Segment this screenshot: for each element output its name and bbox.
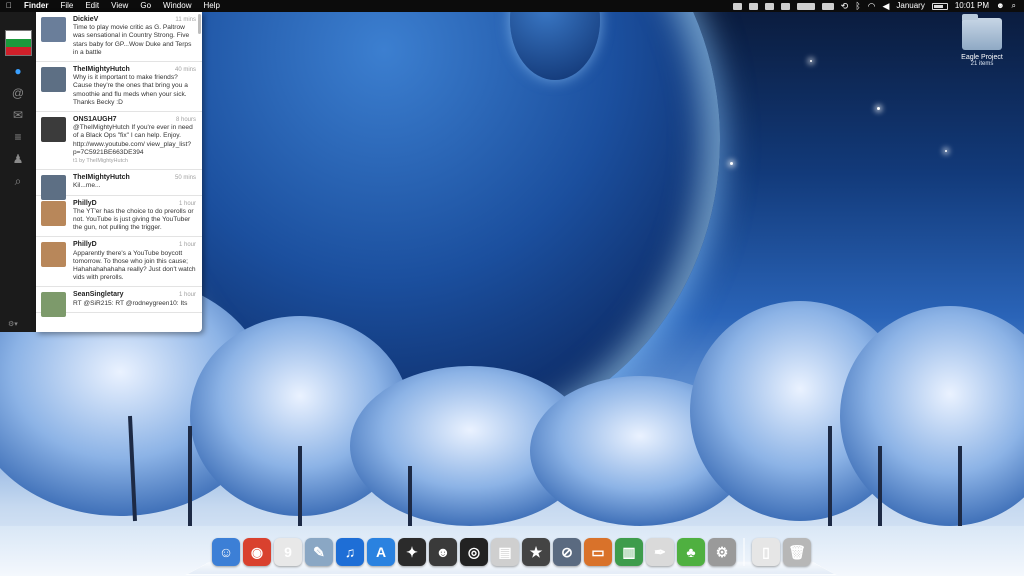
bluetooth-icon[interactable]: ᛒ [855,0,860,12]
tweet-author[interactable]: PhillyD [73,241,196,249]
tweet-time: 1 hour [178,242,196,249]
folder-icon[interactable] [962,14,1002,50]
tweet-text: Time to play movie critic as G. Paltrow … [73,24,192,56]
keynote-icon[interactable]: ▭ [584,538,612,566]
status-icon[interactable] [821,2,834,10]
tweet-time: 11 mins [175,17,196,23]
tweet[interactable]: PhillyD 1 hour Apparently there's a YouTub… [36,237,202,288]
mail-status-icon[interactable] [732,2,742,10]
tweet-text: @TheIMightyHutch If you're ever in need … [73,124,193,156]
preview-icon[interactable]: ✎ [305,538,333,566]
tweet-via: t1 by TheIMightyHutch [73,158,128,165]
tweet-time: 8 hours [175,117,196,124]
system-prefs-icon[interactable]: ⚙ [708,538,736,566]
tweet[interactable]: DickieV 11 mins Time to play movie critic … [36,12,202,63]
settings-gear-icon[interactable]: ⚙▾ [8,320,18,328]
ninja-icon[interactable]: ☻ [429,538,457,566]
status-icon[interactable] [796,2,815,10]
volume-icon[interactable]: ◀ [882,0,889,12]
clapper-icon[interactable]: ▤ [491,538,519,566]
tweet[interactable]: ONS1AUGH7 8 hours @TheIMightyHutch If you'… [36,112,202,171]
tweet-text: Apparently there's a YouTube boycott tom… [73,249,196,282]
status-icon[interactable] [780,2,790,10]
mentions-nav-icon[interactable]: @ [11,86,25,100]
battery-icon[interactable] [931,2,948,10]
numbers-icon[interactable]: ▥ [615,538,643,566]
apple-menu-icon[interactable]:  [0,0,18,12]
wallpaper-star [877,107,880,110]
search-nav-icon[interactable]: ⌕ [11,174,25,188]
profile-avatar[interactable] [5,30,32,56]
documents-icon[interactable]: ▯ [752,538,780,566]
trash-icon[interactable]: 🗑 [783,538,811,566]
tweet[interactable]: SeanSingletary 1 hour RT @SiR215: RT @rodn… [36,287,202,318]
status-icon[interactable] [764,2,774,10]
folder-name: Eagle Project [961,54,1003,61]
profile-nav-icon[interactable]: ♟ [11,152,25,166]
imovie-icon[interactable]: ★ [522,538,550,566]
tweet-text: Kil...me... [73,182,101,190]
dock-separator [743,538,745,566]
clock-time[interactable]: 10:01 PM [955,0,989,12]
wifi-icon[interactable]: ◠ [868,0,876,12]
tweet-time: 1 hour [178,200,196,207]
tweet-time: 50 mins [174,175,196,182]
ical-icon[interactable]: 9 [274,538,302,566]
menu-view[interactable]: View [105,0,134,12]
adium-icon[interactable]: ♣ [677,538,705,566]
twitter-sidebar: ● @ ✉ ≡ ♟ ⌕ ⚙▾ [0,12,37,332]
tweet-avatar[interactable] [41,17,66,42]
tweet-time: 1 hour [178,292,196,299]
tweet-avatar[interactable] [41,292,66,318]
twitter-icon[interactable]: ✦ [398,538,426,566]
itunes-icon[interactable]: ♫ [336,538,364,566]
messages-nav-icon[interactable]: ✉ [11,108,25,122]
menu-window[interactable]: Window [157,0,197,12]
menu-bar:  Finder File Edit View Go Window Help ⟲… [0,0,1024,12]
wallpaper-star [730,162,733,165]
finder-icon[interactable]: ☺ [212,538,240,566]
spotlight-icon[interactable]: ⌕ [1012,0,1016,12]
wallpaper-star [945,150,947,152]
tweet-text: Why is it important to make friends? Cau… [73,74,188,106]
tweet[interactable]: PhillyD 1 hour The YT'er has the choice to… [36,196,202,238]
lists-nav-icon[interactable]: ≡ [11,130,25,144]
tweet[interactable]: TheIMightyHutch 40 mins Why is it importan… [36,62,202,113]
folder-item-count: 21 items [970,61,994,67]
status-icon[interactable] [748,2,758,10]
menu-finder[interactable]: Finder [18,0,54,12]
tweet-avatar[interactable] [41,67,66,93]
timeline-nav-icon[interactable]: ● [11,64,25,78]
tweet-text: The YT'er has the choice to do prerolls … [73,207,194,232]
user-icon[interactable]: ☻ [996,0,1004,12]
time-machine-icon[interactable]: ⟲ [841,0,849,12]
menu-help[interactable]: Help [197,0,225,12]
menu-go[interactable]: Go [134,0,157,12]
tweet-text: RT @SiR215: RT @rodneygreen10: Its [73,299,188,307]
wallpaper-star [810,60,812,62]
app-store-icon[interactable]: A [367,538,395,566]
tweet-avatar[interactable] [41,242,66,268]
chrome-icon[interactable]: ◉ [243,538,271,566]
safari-icon[interactable]: ⊘ [553,538,581,566]
tweet-timeline: DickieV 11 mins Time to play movie critic … [36,12,202,332]
clock-date[interactable]: January [896,0,924,12]
menu-file[interactable]: File [54,0,79,12]
tweet-author[interactable]: PhillyD [73,200,196,208]
textedit-icon[interactable]: ✒ [646,538,674,566]
tweet-time: 40 mins [174,67,196,74]
tweet-avatar[interactable] [41,200,66,226]
menu-edit[interactable]: Edit [79,0,105,12]
tweet-author[interactable]: SeanSingletary [73,291,196,299]
dock: ☺ ◉ 9 ✎ ♫ A ✦ ☻ ◎ ▤ ★ ⊘ ▭ ▥ ✒ ♣ ⚙ ▯ 🗑 [185,536,837,576]
desktop-folder-eagle-project[interactable]: Eagle Project 21 items [952,14,1012,67]
aperture-icon[interactable]: ◎ [460,538,488,566]
tweet[interactable]: TheIMightyHutch 50 mins Kil...me... [36,170,202,201]
tweet-avatar[interactable] [41,117,66,143]
